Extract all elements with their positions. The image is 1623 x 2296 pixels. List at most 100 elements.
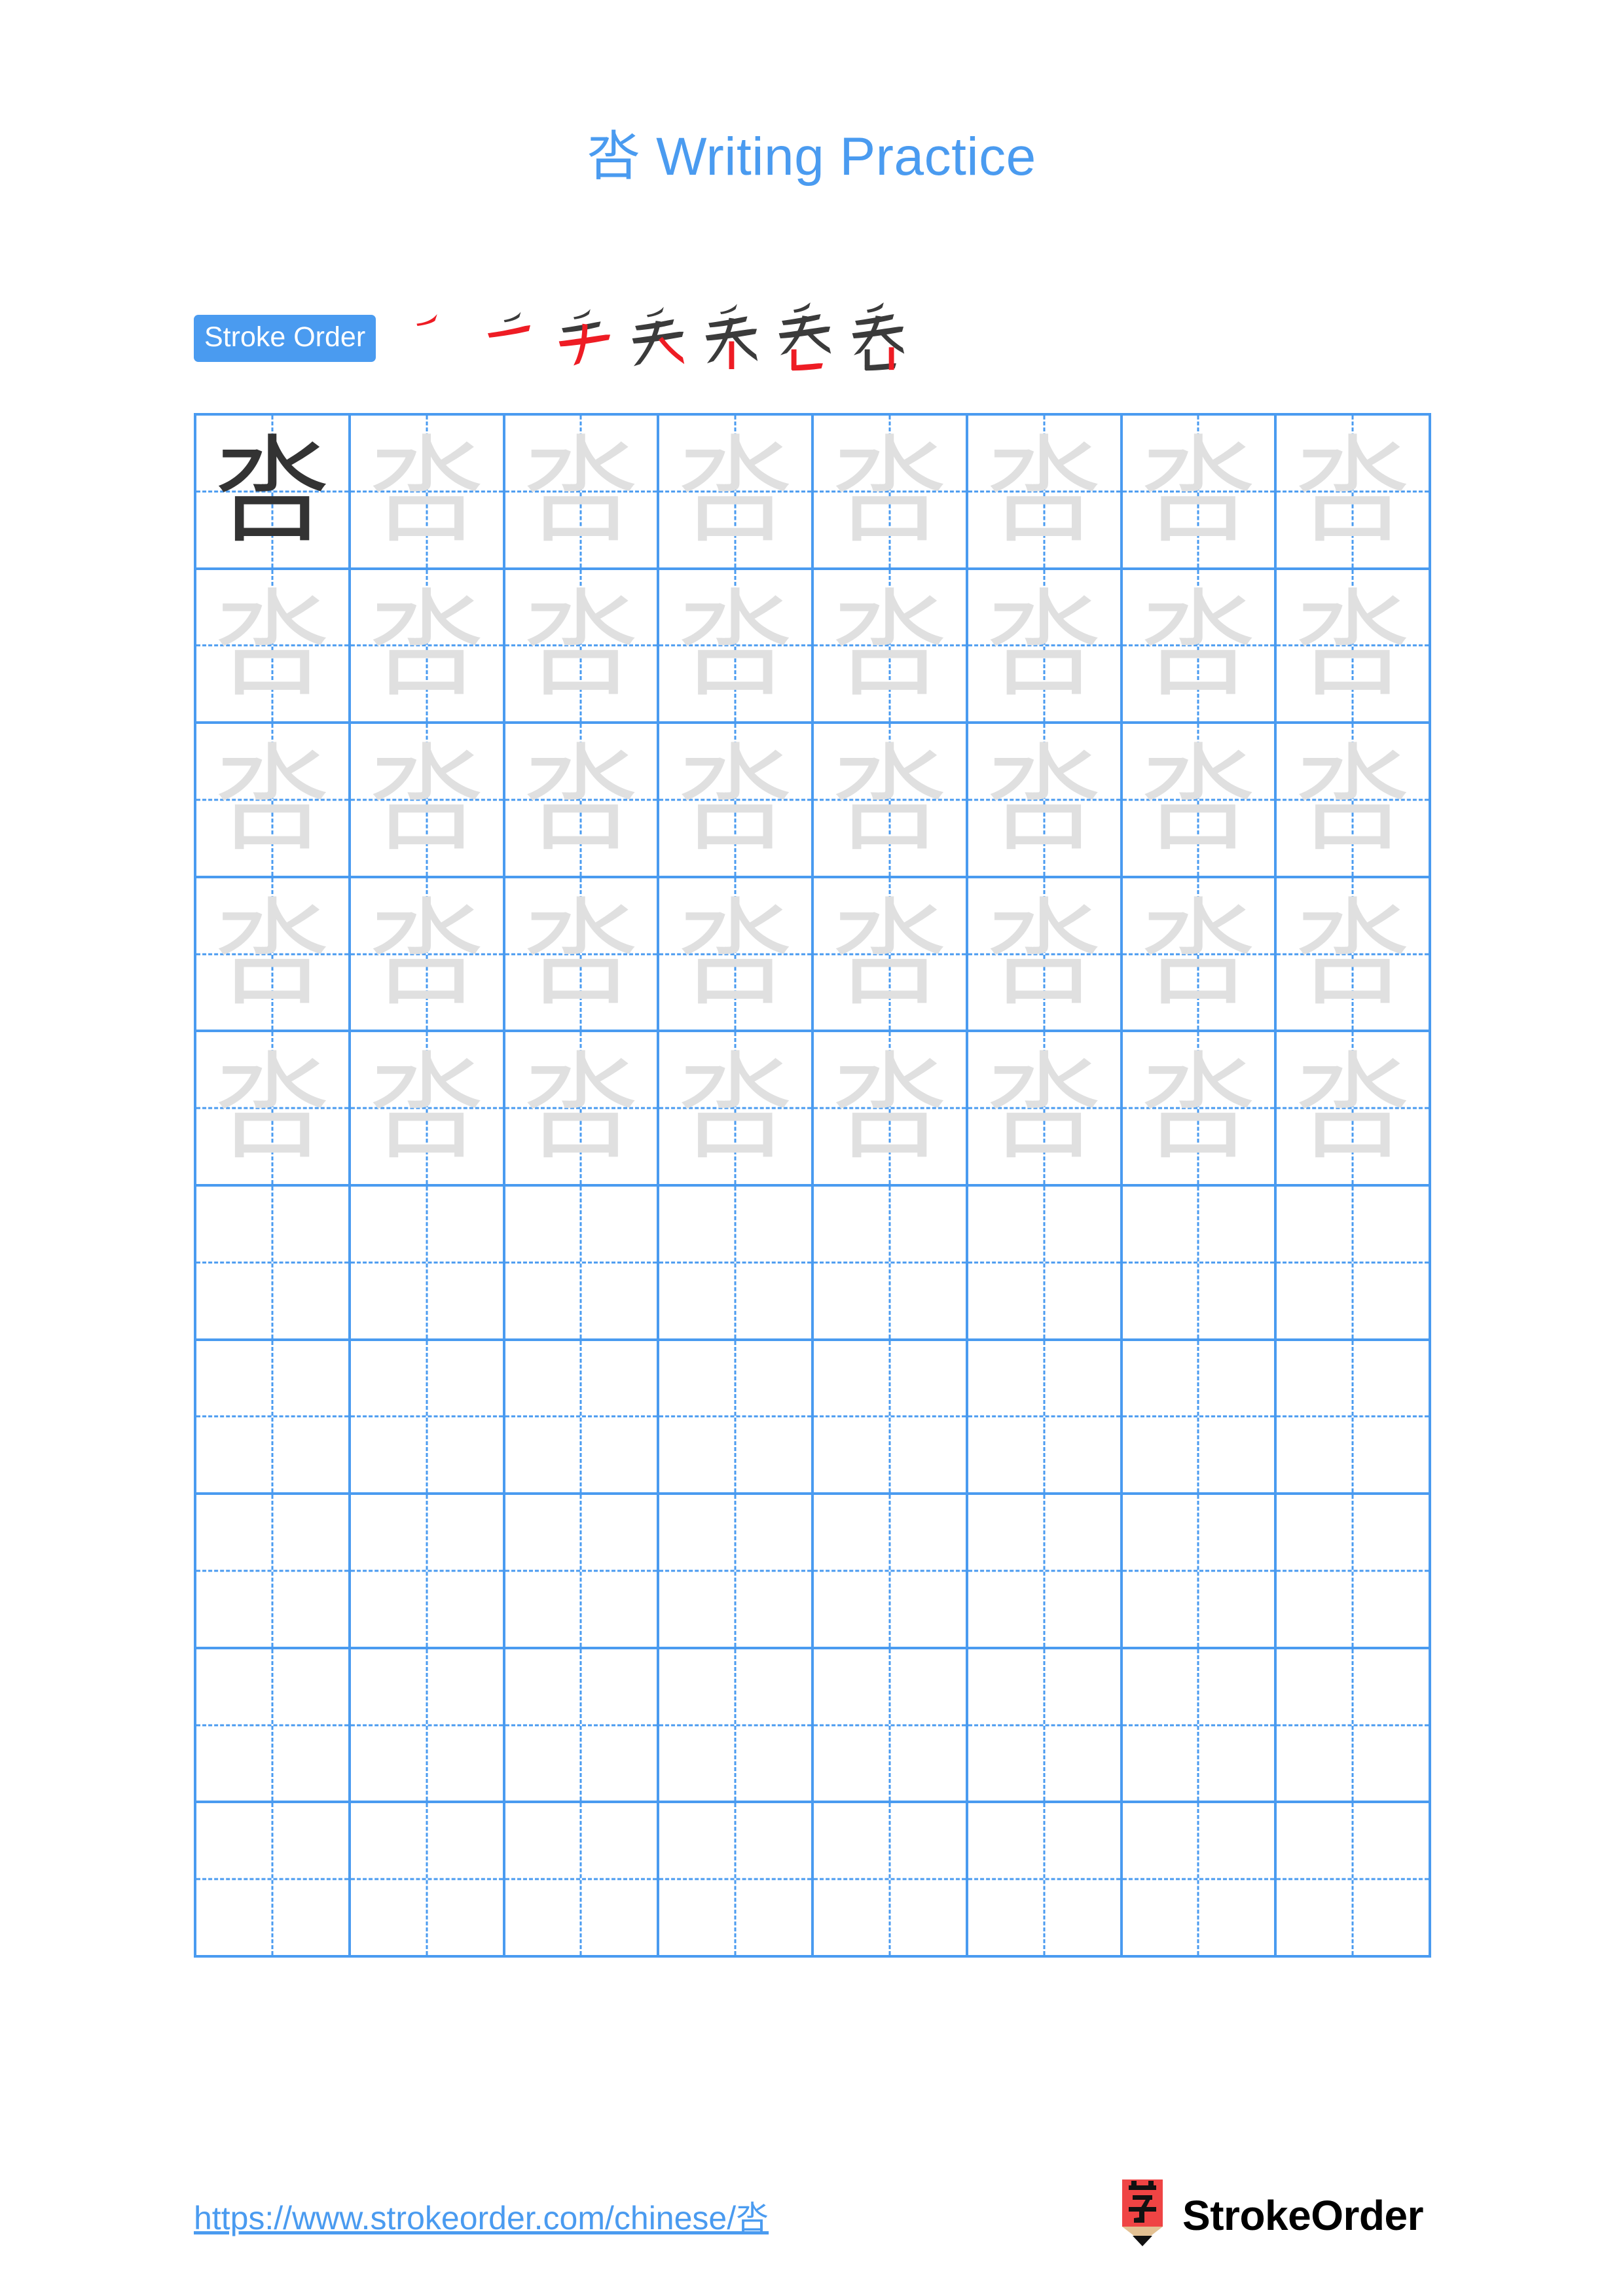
practice-cell[interactable] <box>968 1340 1123 1496</box>
stroke-step-4-icon <box>632 306 685 367</box>
practice-cell[interactable]: 呇 <box>968 416 1123 570</box>
practice-cell[interactable] <box>814 1187 968 1341</box>
practice-cell[interactable] <box>1122 1187 1277 1341</box>
practice-cell[interactable] <box>196 1803 351 1958</box>
practice-cell[interactable]: 呇 <box>1122 416 1277 570</box>
stroke-step-5 <box>695 302 769 375</box>
practice-cell[interactable] <box>350 1649 505 1804</box>
practice-cell[interactable] <box>196 1649 351 1804</box>
practice-cell[interactable] <box>968 1649 1123 1804</box>
practice-cell[interactable]: 呇 <box>196 724 351 878</box>
practice-cell[interactable]: 呇 <box>505 724 660 878</box>
source-url-link[interactable]: https://www.strokeorder.com/chinese/呇 <box>194 2192 769 2239</box>
practice-cell[interactable]: 呇 <box>659 569 814 725</box>
page-footer: https://www.strokeorder.com/chinese/呇 St… <box>194 2179 1431 2251</box>
trace-character: 呇 <box>368 886 485 1022</box>
practice-cell[interactable] <box>350 1187 505 1341</box>
practice-cell[interactable] <box>814 1340 968 1496</box>
empty-cell <box>659 1187 811 1338</box>
practice-cell[interactable] <box>1122 1803 1277 1958</box>
practice-cell[interactable] <box>1122 1649 1277 1804</box>
practice-cell[interactable] <box>1277 1649 1431 1804</box>
practice-cell[interactable] <box>659 1187 814 1341</box>
practice-cell[interactable] <box>814 1649 968 1804</box>
trace-character: 呇 <box>1294 423 1412 559</box>
practice-cell[interactable]: 呇 <box>814 1032 968 1187</box>
practice-cell[interactable]: 呇 <box>1122 878 1277 1033</box>
practice-cell[interactable] <box>505 1649 660 1804</box>
practice-cell[interactable]: 呇 <box>196 416 351 570</box>
practice-cell[interactable]: 呇 <box>1277 416 1431 570</box>
stroke-step-6-icon <box>778 302 831 371</box>
practice-cell[interactable]: 呇 <box>1122 569 1277 725</box>
practice-cell[interactable] <box>196 1495 351 1649</box>
practice-cell[interactable]: 呇 <box>968 1032 1123 1187</box>
practice-cell[interactable]: 呇 <box>659 878 814 1033</box>
trace-character: 呇 <box>1140 1040 1257 1176</box>
practice-cell[interactable]: 呇 <box>659 724 814 878</box>
practice-cell[interactable]: 呇 <box>196 878 351 1033</box>
practice-cell[interactable] <box>814 1803 968 1958</box>
practice-cell[interactable] <box>350 1495 505 1649</box>
practice-cell[interactable]: 呇 <box>196 1032 351 1187</box>
practice-cell[interactable]: 呇 <box>350 878 505 1033</box>
practice-cell[interactable]: 呇 <box>1277 724 1431 878</box>
practice-cell[interactable]: 呇 <box>1122 724 1277 878</box>
practice-cell[interactable] <box>1122 1495 1277 1649</box>
practice-cell[interactable] <box>505 1340 660 1496</box>
practice-cell[interactable]: 呇 <box>814 724 968 878</box>
practice-cell[interactable]: 呇 <box>814 569 968 725</box>
trace-character: 呇 <box>1294 731 1412 867</box>
practice-cell[interactable]: 呇 <box>505 1032 660 1187</box>
page-title: 呇 Writing Practice <box>587 127 1036 187</box>
practice-cell[interactable] <box>814 1495 968 1649</box>
practice-cell[interactable]: 呇 <box>196 569 351 725</box>
empty-cell <box>351 1341 503 1493</box>
practice-cell[interactable]: 呇 <box>968 569 1123 725</box>
practice-cell[interactable] <box>350 1803 505 1958</box>
practice-cell[interactable]: 呇 <box>350 1032 505 1187</box>
practice-grid: 呇呇呇呇呇呇呇呇呇呇呇呇呇呇呇呇呇呇呇呇呇呇呇呇呇呇呇呇呇呇呇呇呇呇呇呇呇呇呇呇 <box>194 413 1431 1958</box>
practice-cell[interactable] <box>968 1495 1123 1649</box>
practice-cell[interactable] <box>659 1649 814 1804</box>
practice-cell[interactable]: 呇 <box>659 416 814 570</box>
practice-cell[interactable]: 呇 <box>814 878 968 1033</box>
practice-cell[interactable]: 呇 <box>350 724 505 878</box>
practice-cell[interactable]: 呇 <box>1277 1032 1431 1187</box>
practice-cell[interactable]: 呇 <box>350 416 505 570</box>
practice-cell[interactable]: 呇 <box>814 416 968 570</box>
pencil-icon <box>1117 2179 1168 2251</box>
trace-character: 呇 <box>213 886 331 1022</box>
practice-cell[interactable] <box>659 1495 814 1649</box>
practice-cell[interactable]: 呇 <box>350 569 505 725</box>
practice-cell[interactable]: 呇 <box>1277 569 1431 725</box>
practice-cell[interactable] <box>1277 1803 1431 1958</box>
practice-cell[interactable]: 呇 <box>1277 878 1431 1033</box>
practice-cell[interactable] <box>196 1187 351 1341</box>
practice-cell[interactable] <box>659 1803 814 1958</box>
trace-character: 呇 <box>213 577 331 713</box>
practice-cell[interactable] <box>350 1340 505 1496</box>
practice-cell[interactable] <box>1277 1187 1431 1341</box>
practice-cell[interactable]: 呇 <box>968 878 1123 1033</box>
practice-cell[interactable]: 呇 <box>968 724 1123 878</box>
stroke-step-1-icon <box>416 314 437 326</box>
stroke-step-3 <box>549 302 622 375</box>
practice-cell[interactable] <box>968 1187 1123 1341</box>
practice-cell[interactable]: 呇 <box>1122 1032 1277 1187</box>
practice-cell[interactable] <box>968 1803 1123 1958</box>
practice-cell[interactable] <box>196 1340 351 1496</box>
practice-cell[interactable] <box>505 1187 660 1341</box>
practice-cell[interactable] <box>505 1495 660 1649</box>
practice-cell[interactable]: 呇 <box>505 569 660 725</box>
practice-cell[interactable] <box>505 1803 660 1958</box>
practice-cell[interactable]: 呇 <box>659 1032 814 1187</box>
practice-cell[interactable]: 呇 <box>505 416 660 570</box>
practice-cell[interactable] <box>1277 1495 1431 1649</box>
practice-cell[interactable]: 呇 <box>505 878 660 1033</box>
trace-character: 呇 <box>1294 886 1412 1022</box>
practice-cell[interactable] <box>1122 1340 1277 1496</box>
practice-cell[interactable] <box>1277 1340 1431 1496</box>
practice-cell[interactable] <box>659 1340 814 1496</box>
trace-character: 呇 <box>1294 1040 1412 1176</box>
